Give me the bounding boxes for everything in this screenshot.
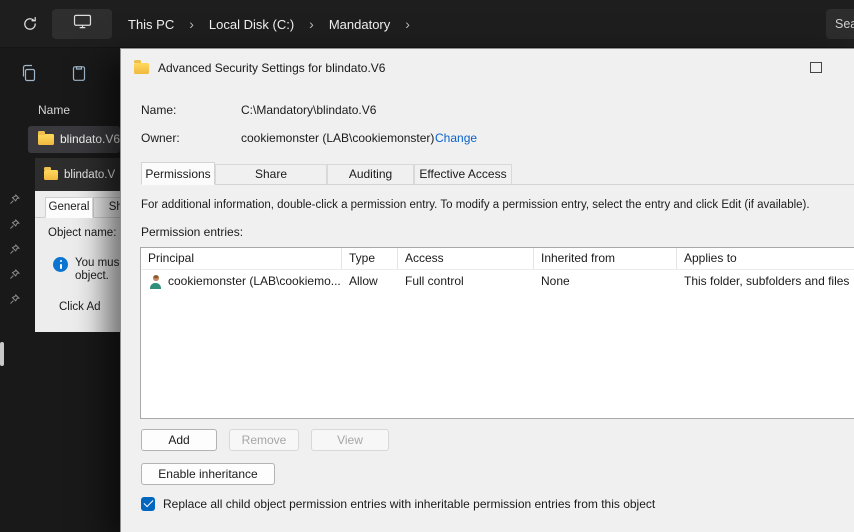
this-pc-icon-segment[interactable]	[52, 9, 112, 39]
paste-icon[interactable]	[70, 64, 88, 87]
cell-inherited-from: None	[541, 274, 570, 288]
file-item-blindato[interactable]: blindato.V6	[28, 126, 120, 153]
chevron-right-icon: ›	[189, 16, 194, 32]
pin-icon[interactable]	[8, 193, 21, 206]
tab-sharing[interactable]: Sha	[93, 197, 120, 218]
view-button[interactable]: View	[311, 429, 389, 451]
permission-info: You mus object.	[53, 257, 119, 283]
tab-share[interactable]: Share	[215, 164, 327, 184]
monitor-icon	[73, 14, 92, 34]
cell-principal: cookiemonster (LAB\cookiemo...	[168, 274, 341, 288]
enable-inheritance-button[interactable]: Enable inheritance	[141, 463, 275, 485]
chevron-right-icon: ›	[309, 16, 314, 32]
folder-icon	[134, 59, 149, 74]
breadcrumb-this-pc[interactable]: This PC	[128, 17, 174, 32]
dialog-tabstrip: Permissions Share Auditing Effective Acc…	[141, 162, 854, 185]
header-access[interactable]: Access	[398, 248, 534, 269]
properties-window-title: blindato.V	[64, 168, 116, 181]
header-principal[interactable]: Principal	[141, 248, 342, 269]
object-name-label: Object name:	[48, 227, 117, 239]
cell-applies-to: This folder, subfolders and files	[684, 274, 850, 288]
chevron-right-icon: ›	[405, 16, 410, 32]
instruction-text: For additional information, double-click…	[141, 199, 810, 211]
header-inherited-from[interactable]: Inherited from	[534, 248, 677, 269]
column-header-name[interactable]: Name	[38, 103, 70, 117]
search-input[interactable]: Sea	[826, 9, 854, 39]
breadcrumb-local-disk-c[interactable]: Local Disk (C:)	[209, 17, 294, 32]
pin-icon[interactable]	[8, 293, 21, 306]
replace-permissions-row: Replace all child object permission entr…	[141, 497, 655, 511]
replace-permissions-checkbox[interactable]	[141, 497, 155, 511]
info-icon	[53, 257, 68, 272]
pin-icon[interactable]	[8, 218, 21, 231]
owner-value: cookiemonster (LAB\cookiemonster)	[241, 131, 435, 145]
table-row[interactable]: cookiemonster (LAB\cookiemo... Allow Ful…	[141, 270, 854, 292]
owner-label: Owner:	[141, 131, 180, 145]
cell-access: Full control	[405, 274, 464, 288]
user-avatar-icon	[148, 274, 163, 289]
breadcrumb-mandatory[interactable]: Mandatory	[329, 17, 390, 32]
tab-auditing[interactable]: Auditing	[327, 164, 414, 184]
scrollbar-thumb[interactable]	[0, 342, 4, 366]
dialog-title: Advanced Security Settings for blindato.…	[158, 61, 386, 75]
replace-permissions-label: Replace all child object permission entr…	[163, 497, 656, 511]
click-advanced-hint: Click Ad	[59, 301, 101, 313]
header-applies-to[interactable]: Applies to	[677, 248, 854, 269]
name-label: Name:	[141, 103, 177, 117]
name-value: C:\Mandatory\blindato.V6	[241, 103, 377, 117]
screen: This PC › Local Disk (C:) › Mandatory › …	[0, 0, 854, 532]
permission-entries-label: Permission entries:	[141, 225, 244, 239]
folder-icon	[44, 166, 58, 180]
info-text-line1: You mus	[75, 257, 120, 269]
table-header-row: Principal Type Access Inherited from App…	[141, 248, 854, 270]
header-type[interactable]: Type	[342, 248, 398, 269]
copy-icon[interactable]	[20, 64, 38, 87]
pin-icon[interactable]	[8, 268, 21, 281]
maximize-button[interactable]	[810, 62, 822, 73]
explorer-address-bar: This PC › Local Disk (C:) › Mandatory › …	[0, 0, 854, 48]
refresh-icon[interactable]	[22, 16, 38, 32]
tab-permissions[interactable]: Permissions	[141, 162, 215, 185]
add-button[interactable]: Add	[141, 429, 217, 451]
tab-effective-access[interactable]: Effective Access	[414, 164, 512, 184]
folder-icon	[38, 131, 54, 145]
remove-button[interactable]: Remove	[229, 429, 299, 451]
properties-window-body: General Sha Object name: You mus object.…	[35, 191, 120, 332]
tab-general[interactable]: General	[45, 197, 93, 218]
change-owner-link[interactable]: Change	[435, 131, 477, 145]
cell-type: Allow	[349, 274, 378, 288]
advanced-security-dialog: Advanced Security Settings for blindato.…	[120, 48, 854, 532]
pin-icon[interactable]	[8, 243, 21, 256]
properties-window-titlebar[interactable]: blindato.V	[35, 158, 120, 191]
dialog-titlebar[interactable]: Advanced Security Settings for blindato.…	[121, 49, 854, 87]
file-item-label: blindato.V6	[60, 132, 121, 146]
breadcrumb: This PC › Local Disk (C:) › Mandatory ›	[128, 0, 410, 48]
permission-entries-table: Principal Type Access Inherited from App…	[140, 247, 854, 419]
info-text-line2: object.	[75, 270, 109, 282]
